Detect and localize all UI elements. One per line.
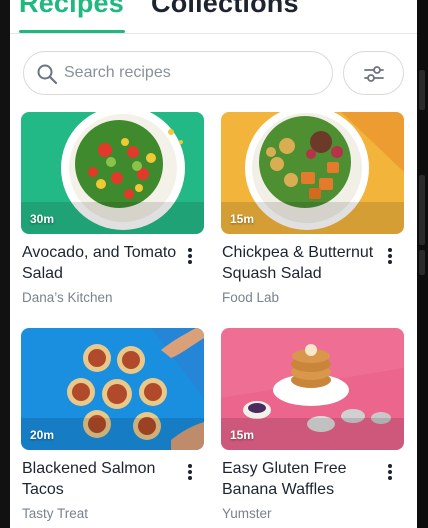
recipe-source[interactable]: Yumster	[222, 506, 272, 521]
recipe-image[interactable]: 30m	[21, 112, 204, 234]
tab-collections[interactable]: Collections	[151, 0, 299, 18]
tab-bar: Recipes Collections	[10, 0, 417, 34]
recipe-image[interactable]: 15m	[221, 328, 404, 450]
device-bezel-right	[417, 0, 428, 528]
filter-button[interactable]	[343, 51, 404, 95]
recipe-image[interactable]: 15m	[221, 112, 404, 234]
recipe-source[interactable]: Tasty Treat	[22, 506, 88, 521]
recipe-title[interactable]: Easy Gluten Free Banana Waffles	[222, 458, 382, 500]
search-input[interactable]	[64, 60, 324, 86]
recipe-source[interactable]: Dana’s Kitchen	[22, 290, 113, 305]
search-icon	[37, 64, 58, 85]
cook-time-badge: 15m	[230, 428, 255, 442]
app-screen: Recipes Collections Search recipes 30m A…	[10, 0, 417, 528]
cook-time-badge: 15m	[230, 212, 255, 226]
more-vertical-icon[interactable]	[187, 464, 193, 482]
recipe-source[interactable]: Food Lab	[222, 290, 279, 305]
more-vertical-icon[interactable]	[387, 248, 393, 266]
recipe-title[interactable]: Chickpea & Butternut Squash Salad	[222, 242, 382, 284]
more-vertical-icon[interactable]	[387, 464, 393, 482]
active-tab-indicator	[19, 30, 125, 33]
cook-time-badge: 30m	[30, 212, 55, 226]
tab-recipes[interactable]: Recipes	[19, 0, 124, 18]
cook-time-badge: 20m	[30, 428, 55, 442]
recipe-title[interactable]: Avocado, and Tomato Salad	[22, 242, 182, 284]
search-bar[interactable]	[23, 51, 333, 95]
recipe-image[interactable]: 20m	[21, 328, 204, 450]
more-vertical-icon[interactable]	[187, 248, 193, 266]
sliders-icon	[364, 66, 384, 82]
device-bezel-left	[0, 0, 10, 528]
recipe-title[interactable]: Blackened Salmon Tacos	[22, 458, 182, 500]
